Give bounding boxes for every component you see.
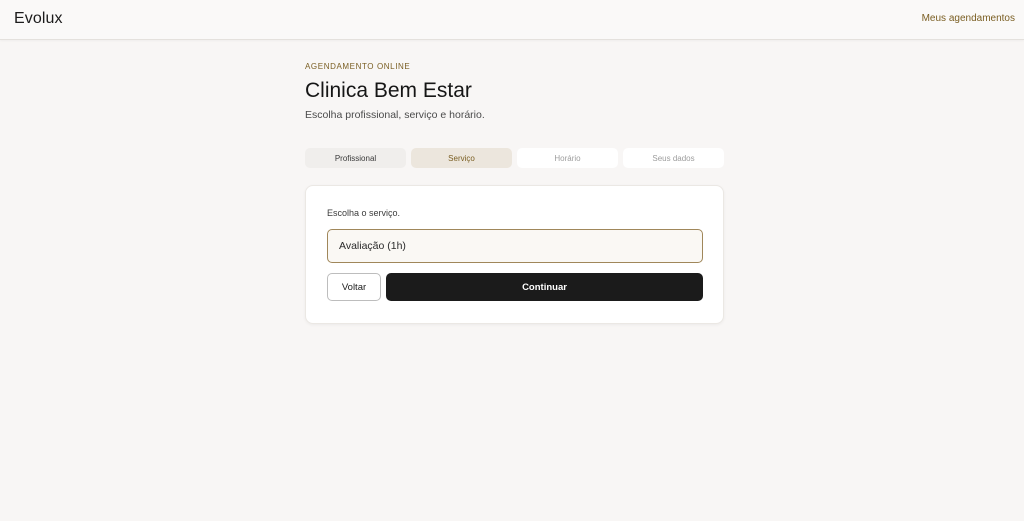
step-professional[interactable]: Profissional — [305, 148, 406, 168]
brand-logo[interactable]: Evolux — [14, 10, 63, 28]
step-your-data[interactable]: Seus dados — [623, 148, 724, 168]
service-card: Escolha o serviço. Avaliação (1h) Voltar… — [305, 185, 724, 324]
service-select[interactable]: Avaliação (1h) — [327, 229, 703, 263]
my-appointments-link[interactable]: Meus agendamentos — [922, 13, 1015, 24]
eyebrow-label: AGENDAMENTO ONLINE — [305, 62, 411, 71]
back-button[interactable]: Voltar — [327, 273, 381, 301]
page-title: Clinica Bem Estar — [305, 79, 472, 102]
booking-main: AGENDAMENTO ONLINE Clinica Bem Estar Esc… — [305, 62, 724, 324]
page-subtitle: Escolha profissional, serviço e horário. — [305, 109, 485, 121]
top-bar: Evolux Meus agendamentos — [0, 0, 1024, 40]
step-time[interactable]: Horário — [517, 148, 618, 168]
service-select-value: Avaliação (1h) — [339, 240, 406, 252]
continue-button[interactable]: Continuar — [386, 273, 703, 301]
booking-steps: Profissional Serviço Horário Seus dados — [305, 148, 724, 168]
step-service[interactable]: Serviço — [411, 148, 512, 168]
form-actions: Voltar Continuar — [327, 273, 703, 301]
service-field-label: Escolha o serviço. — [327, 208, 401, 218]
